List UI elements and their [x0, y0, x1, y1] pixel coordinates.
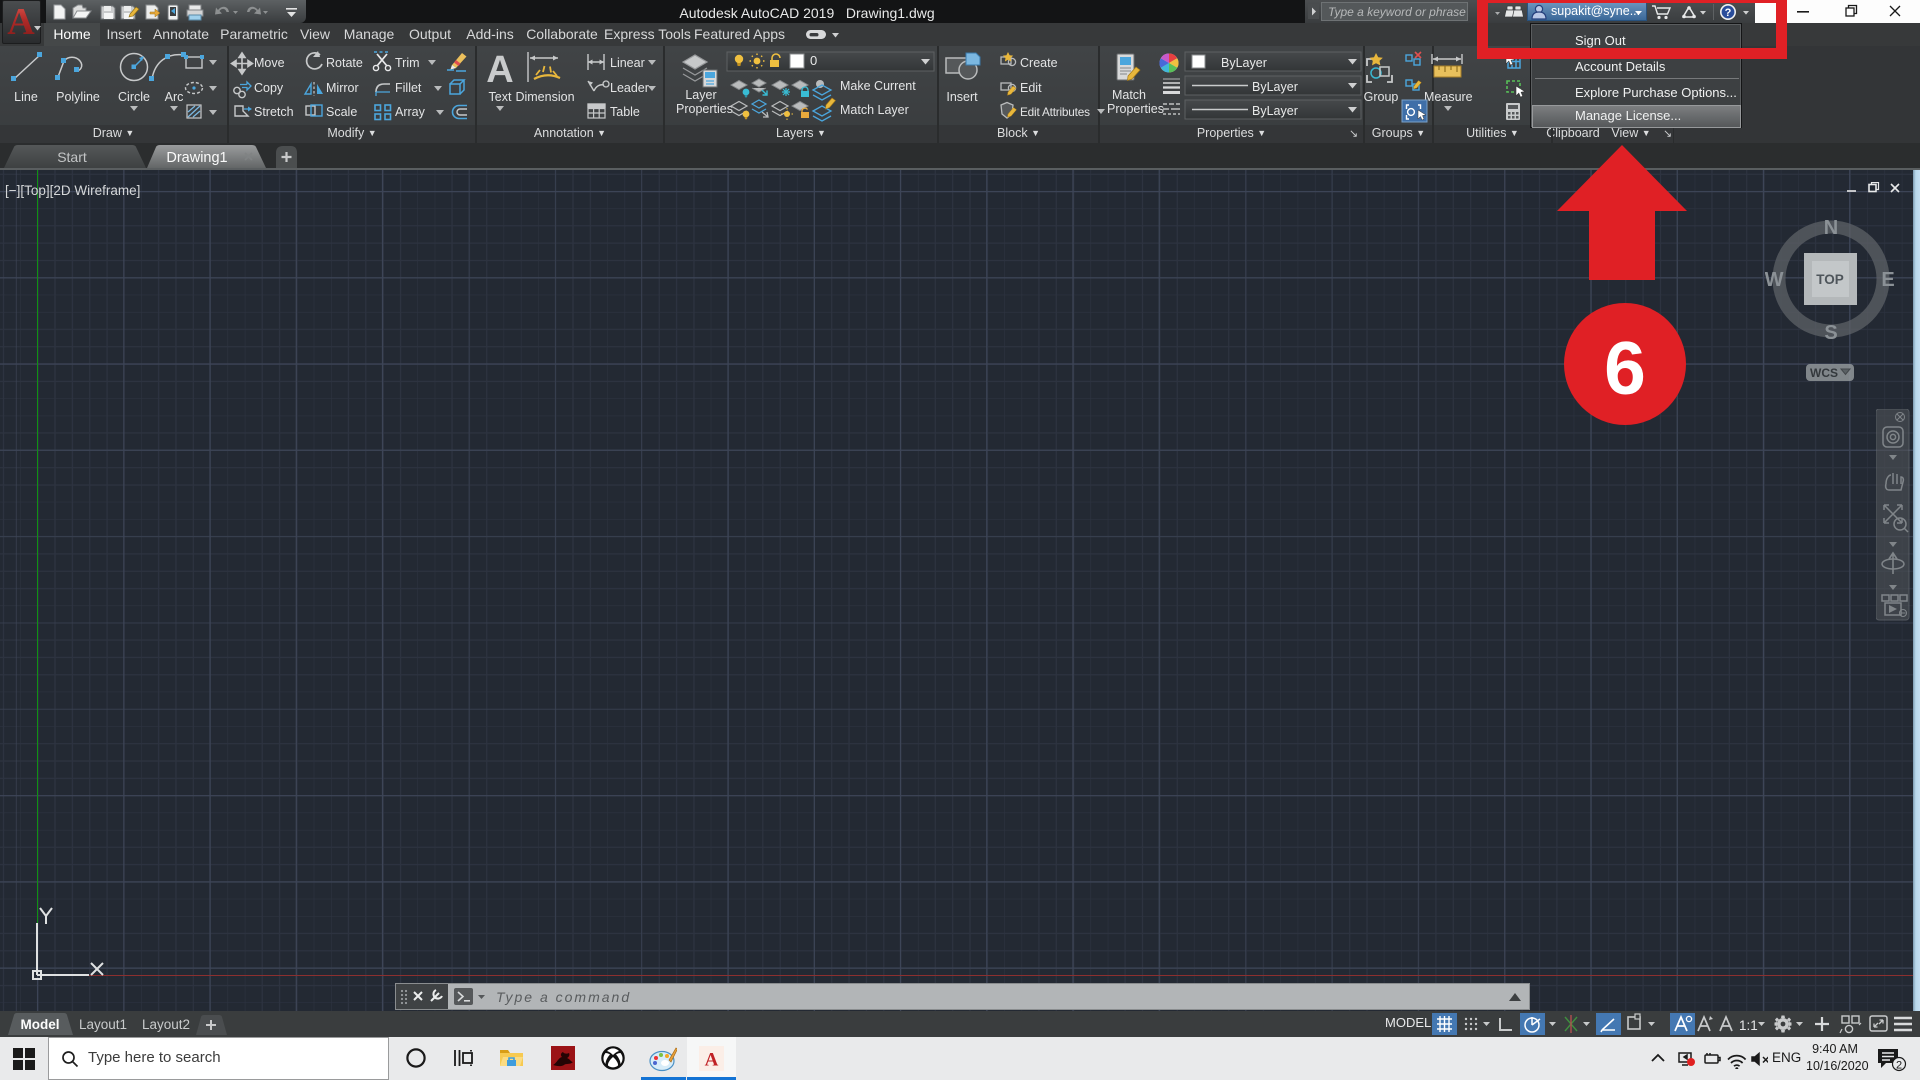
svg-text:Layout1: Layout1 [79, 1017, 127, 1032]
svg-text:Drawing1: Drawing1 [166, 150, 227, 166]
svg-text:A: A [705, 1050, 719, 1071]
svg-text:1:1: 1:1 [1739, 1018, 1758, 1033]
svg-text:E: E [1881, 269, 1894, 291]
svg-text:Model: Model [21, 1017, 60, 1032]
svg-text:TOP: TOP [1816, 272, 1844, 287]
svg-text:Start: Start [57, 149, 87, 165]
svg-text:2: 2 [1896, 1060, 1902, 1072]
svg-text:Layout2: Layout2 [142, 1017, 190, 1032]
svg-text:N: N [1824, 217, 1838, 239]
svg-text:A: A [486, 49, 513, 91]
svg-text:A: A [7, 1, 35, 43]
svg-text:W: W [1765, 269, 1784, 291]
svg-text:WCS: WCS [1810, 366, 1838, 380]
svg-text:S: S [1824, 322, 1837, 344]
